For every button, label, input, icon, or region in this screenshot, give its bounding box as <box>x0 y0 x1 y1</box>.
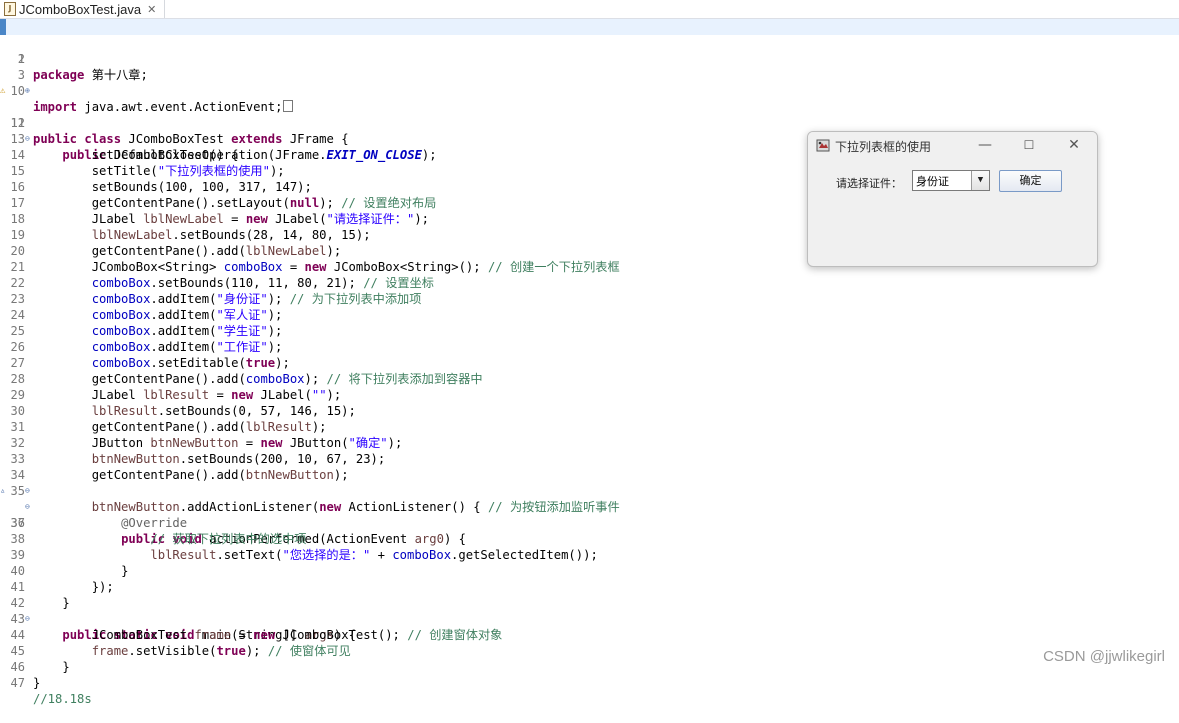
minimize-icon[interactable]: — <box>975 136 995 154</box>
code-line: 1 package 第十八章; <box>0 19 1179 82</box>
code-line: 45 } <box>0 627 1179 674</box>
code-line: 2 <box>0 35 1179 66</box>
chevron-down-icon[interactable]: ▼ <box>971 171 989 190</box>
code-line: 12 ⊖ public JComboBoxTest() { <box>0 99 1179 162</box>
code-line: 25 comboBox.addItem("工作证"); <box>0 307 1179 354</box>
combo-value[interactable]: 身份证 <box>916 173 949 189</box>
code-line: 10 <box>0 67 1179 98</box>
current-line-marker <box>0 19 6 35</box>
code-line: 32 btnNewButton.setBounds(200, 10, 67, 2… <box>0 419 1179 466</box>
code-line: 33 getContentPane().add(btnNewButton); <box>0 435 1179 482</box>
code-line: 34 ⊖ btnNewButton.addActionListener(new … <box>0 451 1179 514</box>
watermark: CSDN @jjwlikegirl <box>1043 648 1165 665</box>
code-line: 31 JButton btnNewButton = new JButton("确… <box>0 403 1179 450</box>
editor-tab[interactable]: J JComboBoxTest.java ✕ <box>0 0 166 18</box>
code-line: 39 } <box>0 531 1179 578</box>
override-marker-icon[interactable]: ▵ <box>0 483 5 499</box>
window-title: 下拉列表框的使用 <box>835 140 932 154</box>
window-title-bar[interactable]: 下拉列表框的使用 — ☐ ✕ <box>808 132 1097 160</box>
editor-tab-bar: J JComboBoxTest.java ✕ <box>0 0 1179 19</box>
code-line: 43 JComboBoxTest frame = new JComboBoxTe… <box>0 595 1179 642</box>
java-file-icon: J <box>4 2 16 16</box>
code-line: ⚠ 11 public class JComboBoxTest extends … <box>0 83 1179 146</box>
code-segment: } <box>33 676 41 690</box>
tab-label: JComboBoxTest.java <box>19 1 142 17</box>
close-icon[interactable]: ✕ <box>1064 136 1084 154</box>
code-line: 24 comboBox.addItem("学生证"); <box>0 291 1179 338</box>
code-line: 30 getContentPane().add(lblResult); <box>0 387 1179 434</box>
certificate-combo-box[interactable]: 身份证 ▼ <box>912 170 990 191</box>
code-line: 47 //18.18s <box>0 659 1179 706</box>
java-cup-icon <box>816 139 830 152</box>
code-line: 42 ⊖ public static void main(String[] ar… <box>0 579 1179 642</box>
code-line: 44 frame.setVisible(true); // 使窗体可见 <box>0 611 1179 658</box>
code-text: //18.18s <box>33 691 92 707</box>
swing-window[interactable]: 下拉列表框的使用 — ☐ ✕ 请选择证件： 身份证 ▼ 确定 <box>807 131 1098 267</box>
code-line: 23 comboBox.addItem("军人证"); <box>0 275 1179 322</box>
code-editor[interactable]: 1 package 第十八章; 2 3 ⊕ import java.awt.ev… <box>0 19 1179 706</box>
code-line: 29 lblResult.setBounds(0, 57, 146, 15); <box>0 371 1179 418</box>
line-number: 47 <box>10 676 25 690</box>
code-line: 28 JLabel lblResult = new JLabel(""); <box>0 355 1179 402</box>
close-icon[interactable]: ✕ <box>147 3 156 16</box>
code-line: 37 // 获取下拉列表中的选中项 <box>0 499 1179 546</box>
code-line: 13 setDefaultCloseOperation(JFrame.EXIT_… <box>0 115 1179 162</box>
warning-icon[interactable]: ⚠ <box>0 83 5 99</box>
code-line: 38 lblResult.setText("您选择的是：" + comboBox… <box>0 515 1179 562</box>
code-line: 40 }); <box>0 547 1179 594</box>
maximize-icon[interactable]: ☐ <box>1019 136 1039 154</box>
code-line: 35 ⊖ @Override <box>0 467 1179 530</box>
code-line: ▵ 36 public void actionPerformed(ActionE… <box>0 483 1179 546</box>
code-line: 3 ⊕ import java.awt.event.ActionEvent; <box>0 51 1179 114</box>
code-text: } <box>33 675 40 691</box>
comment: //18.18s <box>33 692 92 706</box>
code-line: 46 } <box>0 643 1179 690</box>
code-line: 41 } <box>0 563 1179 610</box>
ok-button[interactable]: 确定 <box>999 170 1062 192</box>
code-line: 27 getContentPane().add(comboBox); // 将下… <box>0 339 1179 386</box>
code-line: 26 comboBox.setEditable(true); <box>0 323 1179 370</box>
select-certificate-label: 请选择证件： <box>836 178 902 190</box>
